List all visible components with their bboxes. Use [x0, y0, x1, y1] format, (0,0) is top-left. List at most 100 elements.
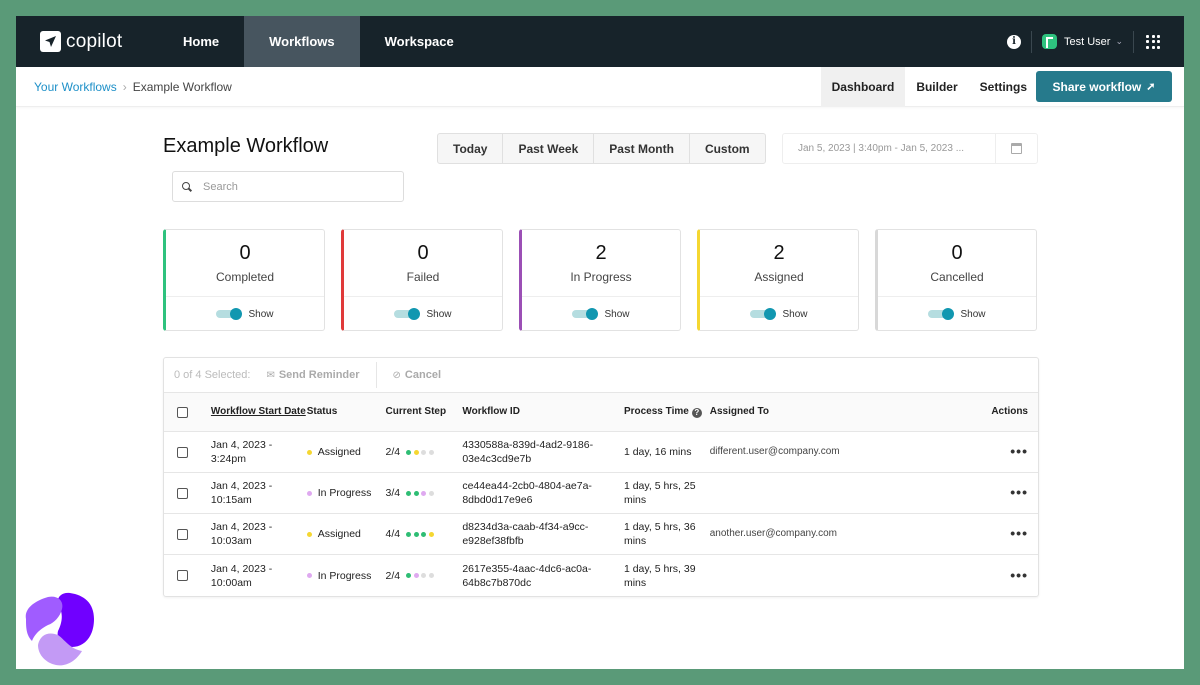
info-icon[interactable]: i	[1006, 34, 1021, 49]
reminder-icon: ✉	[266, 369, 275, 381]
col-process-time-label: Process Time	[623, 406, 689, 417]
calendar-button[interactable]	[995, 134, 1037, 163]
more-actions-icon[interactable]: •••	[1010, 525, 1028, 541]
show-toggle[interactable]	[750, 308, 777, 320]
cancel-button[interactable]: ⊘ Cancel	[393, 369, 441, 381]
workflow-id[interactable]: 2617e355-4aac-4dc6-ac0a-64b8c7b870dc	[462, 562, 624, 590]
more-actions-icon[interactable]: •••	[1010, 567, 1028, 583]
process-time: 1 day, 5 hrs, 25 mins	[623, 480, 696, 506]
step-dot	[428, 531, 434, 537]
show-toggle[interactable]	[394, 308, 421, 320]
status-cards: 0 Completed Show 0 Failed Show 2 In Progres…	[163, 229, 1037, 331]
show-toggle[interactable]	[572, 308, 599, 320]
nav-workflows[interactable]: Workflows	[244, 16, 360, 67]
breadcrumb-current: Example Workflow	[132, 79, 232, 94]
status-dot-icon	[306, 573, 312, 578]
col-start-date[interactable]: Workflow Start Date	[211, 405, 307, 419]
process-time: 1 day, 16 mins	[623, 446, 692, 458]
toggle-label: Show	[604, 308, 630, 320]
cancel-icon: ⊘	[392, 369, 401, 381]
search-input[interactable]	[203, 180, 393, 193]
table-row[interactable]: Jan 4, 2023 - 3:24pm Assigned 2/4 4330588a-…	[164, 432, 1038, 473]
start-date: Jan 4, 2023 - 10:03am	[210, 521, 273, 547]
app-window: copilot Home Workflows Workspace i Test …	[16, 16, 1184, 669]
step-progress	[406, 531, 434, 537]
select-all-checkbox[interactable]	[177, 406, 188, 418]
show-toggle[interactable]	[928, 308, 955, 320]
row-checkbox[interactable]	[177, 446, 188, 458]
card-cancelled: 0 Cancelled Show	[875, 229, 1037, 331]
status-cell: Assigned	[306, 445, 386, 459]
step-dot	[413, 573, 419, 578]
card-assigned: 2 Assigned Show	[697, 229, 859, 331]
stat-count: 0	[951, 242, 963, 264]
col-actions: Actions	[991, 406, 1028, 417]
help-icon[interactable]: ?	[691, 408, 702, 418]
more-actions-icon[interactable]: •••	[1010, 484, 1028, 500]
range-today[interactable]: Today	[438, 134, 504, 163]
status-cell: Assigned	[306, 527, 386, 541]
table-row[interactable]: Jan 4, 2023 - 10:15am In Progress 3/4 ce44e…	[164, 473, 1038, 514]
col-workflow-id: Workflow ID	[462, 406, 520, 417]
step-dot	[406, 449, 412, 455]
chevron-down-icon: ⌄	[1115, 36, 1123, 46]
step-dot	[428, 449, 434, 455]
process-time: 1 day, 5 hrs, 36 mins	[623, 521, 696, 547]
share-workflow-button[interactable]: Share workflow ➚	[1036, 71, 1172, 102]
toggle-label: Show	[960, 308, 986, 320]
tab-dashboard[interactable]: Dashboard	[820, 67, 906, 107]
step-dot	[428, 573, 434, 578]
stat-count: 2	[773, 242, 785, 264]
user-menu[interactable]: Test User ⌄	[1041, 34, 1123, 49]
step-dot	[428, 490, 434, 496]
step-dot	[406, 531, 412, 537]
status-label: Assigned	[317, 528, 361, 540]
nav-home[interactable]: Home	[158, 16, 244, 67]
range-custom[interactable]: Custom	[690, 134, 765, 163]
view-tabs: Dashboard Builder Settings	[820, 67, 1038, 107]
step-count: 4/4	[385, 528, 401, 540]
send-reminder-button[interactable]: ✉ Send Reminder	[266, 369, 359, 381]
search-box[interactable]	[172, 171, 404, 202]
step-dot	[421, 490, 427, 496]
card-completed: 0 Completed Show	[163, 229, 325, 331]
search-icon	[182, 181, 192, 192]
workflow-id[interactable]: d8234d3a-caab-4f34-a9cc-e928ef38fbfb	[462, 520, 624, 548]
table-row[interactable]: Jan 4, 2023 - 10:03am Assigned 4/4 d8234d3a…	[164, 514, 1038, 555]
current-step: 3/4	[386, 486, 463, 500]
row-checkbox[interactable]	[177, 570, 188, 581]
step-dot	[421, 449, 427, 455]
toggle-label: Show	[248, 308, 274, 320]
row-checkbox[interactable]	[177, 487, 188, 499]
tab-settings[interactable]: Settings	[969, 67, 1038, 107]
app-logo[interactable]: copilot	[16, 16, 158, 67]
range-past-week[interactable]: Past Week	[503, 134, 595, 163]
range-past-month[interactable]: Past Month	[594, 134, 690, 163]
nav-workspace[interactable]: Workspace	[360, 16, 479, 67]
table-row[interactable]: Jan 4, 2023 - 10:00am In Progress 2/4 2617e…	[164, 555, 1038, 596]
date-range-field[interactable]: Jan 5, 2023 | 3:40pm - Jan 5, 2023 ...	[782, 133, 1038, 164]
show-toggle[interactable]	[216, 308, 243, 320]
more-actions-icon[interactable]: •••	[1010, 443, 1028, 459]
stat-label: In Progress	[570, 270, 632, 284]
card-failed: 0 Failed Show	[341, 229, 503, 331]
app-name: copilot	[66, 30, 123, 52]
tab-builder[interactable]: Builder	[905, 67, 968, 107]
workflow-id[interactable]: ce44ea44-2cb0-4804-ae7a-8dbd0d17e9e6	[462, 479, 624, 507]
current-step: 2/4	[386, 445, 463, 459]
step-dot	[406, 573, 412, 578]
row-checkbox[interactable]	[177, 528, 188, 540]
status-dot-icon	[306, 490, 312, 496]
card-in-progress: 2 In Progress Show	[519, 229, 681, 331]
breadcrumb-parent[interactable]: Your Workflows	[34, 80, 117, 94]
apps-grid-icon[interactable]	[1146, 34, 1160, 49]
sub-header: Your Workflows › Example Workflow Dashbo…	[16, 67, 1184, 107]
share-workflow-label: Share workflow	[1052, 79, 1142, 94]
selection-count: 0 of 4 Selected:	[174, 369, 251, 381]
workflow-id[interactable]: 4330588a-839d-4ad2-9186-03e4c3cd9e7b	[462, 438, 624, 466]
chevron-right-icon: ›	[122, 79, 127, 94]
process-time: 1 day, 5 hrs, 39 mins	[623, 562, 696, 589]
current-step: 2/4	[386, 569, 463, 583]
step-dot	[413, 531, 419, 537]
status-cell: In Progress	[306, 486, 386, 500]
